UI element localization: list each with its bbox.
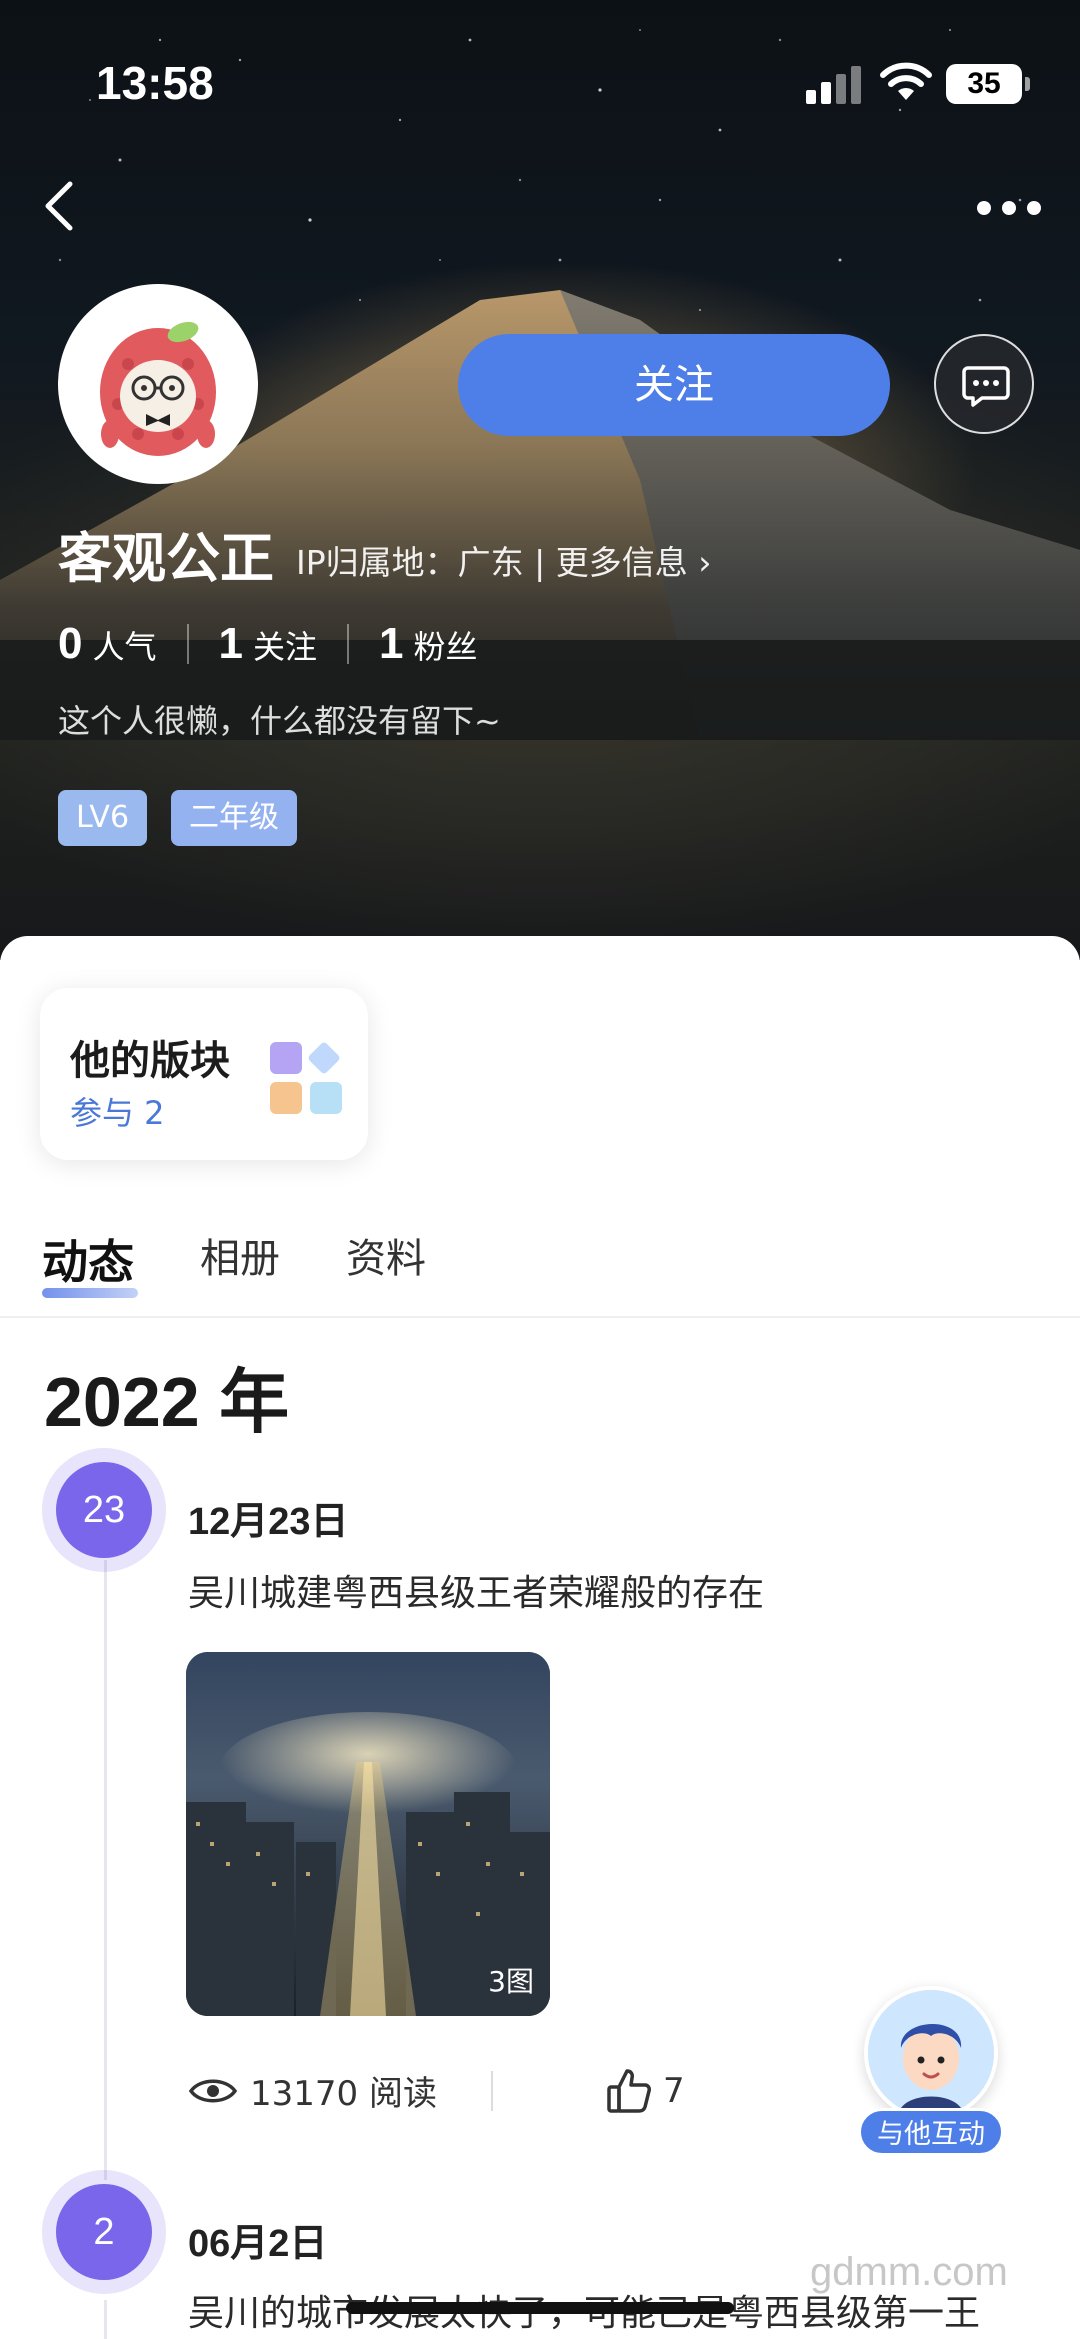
- watermark: gdmm.com: [810, 2250, 1008, 2294]
- lychee-mascot-avatar: [100, 321, 216, 456]
- cellular-signal-icon: [806, 66, 861, 104]
- profile-tabs: 动态 相册 资料: [42, 1226, 426, 1298]
- grade-badge[interactable]: 二年级: [171, 790, 298, 846]
- interact-with-him-button[interactable]: 与他互动: [858, 1986, 1004, 2156]
- timeline-date-dot: 23: [42, 1448, 166, 1572]
- post-date: 06月2日: [188, 2223, 328, 2265]
- back-button[interactable]: [34, 176, 94, 236]
- more-icon: [977, 201, 1041, 215]
- ip-location-more-info-link[interactable]: IP归属地：广东 | 更多信息 ›: [296, 536, 711, 584]
- stat-popularity[interactable]: 0 人气: [58, 619, 157, 669]
- sections-card-title: 他的版块: [70, 1038, 230, 1084]
- battery-indicator: 35: [946, 64, 1030, 104]
- tab-activity[interactable]: 动态: [42, 1226, 138, 1298]
- image-count: 3图: [488, 1965, 534, 1998]
- timeline-date-dot: 2: [42, 2170, 166, 2294]
- status-bar: 13:58 35: [0, 0, 1080, 150]
- user-bio: 这个人很懒，什么都没有留下~: [58, 702, 501, 740]
- message-icon: [962, 366, 1010, 407]
- stat-following-count: 1: [218, 619, 243, 668]
- stat-followers-count: 1: [379, 619, 404, 668]
- tab-profile-info[interactable]: 资料: [346, 1226, 426, 1292]
- battery-level: 35: [967, 67, 1001, 100]
- timeline-day: 2: [56, 2184, 152, 2280]
- post-image[interactable]: 3图: [186, 1652, 550, 2016]
- timeline-line: [104, 1560, 107, 2180]
- post-stats: 13170 阅读 7: [188, 2066, 685, 2115]
- follow-button[interactable]: 关注: [458, 334, 890, 436]
- timeline-line: [104, 2300, 107, 2339]
- stat-following[interactable]: 1 关注: [219, 619, 318, 669]
- stat-divider: [186, 624, 189, 664]
- tabs-divider: [0, 1316, 1080, 1318]
- post-date: 12月23日: [188, 1501, 349, 1543]
- wifi-icon: [880, 62, 932, 100]
- status-time: 13:58: [96, 57, 214, 109]
- level-badge[interactable]: LV6: [58, 790, 148, 846]
- user-name: 客观公正: [58, 527, 274, 590]
- eye-icon: [188, 2079, 238, 2102]
- thumbs-up-icon: [607, 2068, 651, 2113]
- user-badges: LV6 二年级: [58, 790, 298, 846]
- profile-stats: 0 人气 1 关注 1 粉丝: [58, 618, 478, 670]
- his-sections-card[interactable]: 他的版块 参与 2: [40, 988, 368, 1160]
- sections-card-participation: 参与 2: [70, 1094, 165, 1132]
- timeline-day: 23: [56, 1462, 152, 1558]
- timeline-year: 2022 年: [44, 1363, 290, 1441]
- stat-popularity-label: 人气: [92, 628, 157, 666]
- sections-grid-icon: [270, 1042, 342, 1114]
- stat-following-label: 关注: [252, 628, 317, 666]
- stat-popularity-count: 0: [58, 619, 83, 668]
- post-text[interactable]: 吴川城建粤西县级王者荣耀般的存在: [188, 1564, 764, 1616]
- like-button[interactable]: 7: [605, 2067, 685, 2115]
- like-count: 7: [662, 2070, 685, 2111]
- home-indicator[interactable]: [346, 2302, 734, 2314]
- read-count: 13170 阅读: [188, 2066, 437, 2115]
- back-icon: [45, 181, 73, 231]
- message-button[interactable]: [934, 334, 1034, 434]
- stat-followers-label: 粉丝: [413, 628, 478, 666]
- interact-avatar: [864, 1986, 998, 2120]
- read-count-text: 13170 阅读: [250, 2074, 437, 2114]
- stats-divider: [490, 2070, 493, 2111]
- tab-album[interactable]: 相册: [200, 1226, 280, 1292]
- more-options-button[interactable]: [974, 190, 1044, 226]
- cartoon-boy-avatar: [868, 1990, 994, 2116]
- stat-followers[interactable]: 1 粉丝: [379, 619, 478, 669]
- stat-divider: [347, 624, 349, 664]
- user-avatar[interactable]: [58, 284, 258, 484]
- interact-label: 与他互动: [858, 2108, 1004, 2156]
